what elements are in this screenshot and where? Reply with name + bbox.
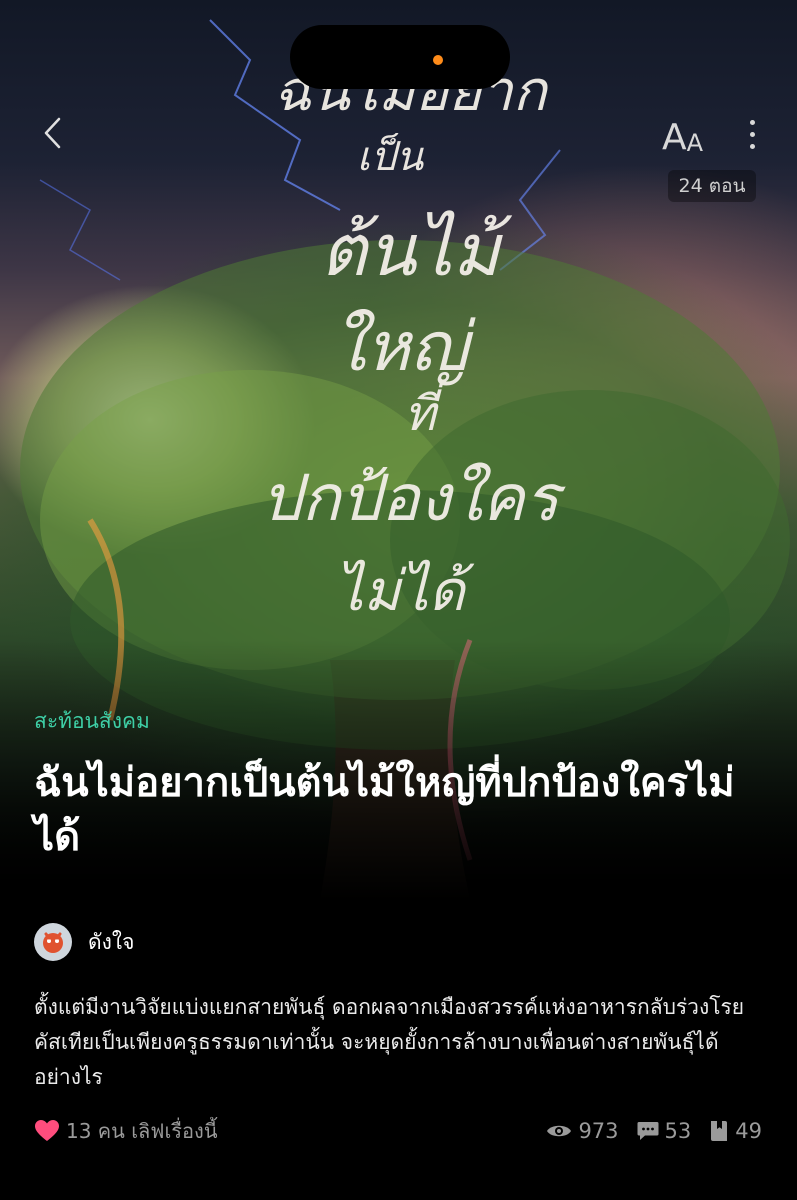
love-button[interactable]: 13 คน เลิฟเรื่องนี้	[34, 1115, 218, 1147]
cover-title-line: ใหญ่	[332, 308, 476, 387]
story-synopsis: ตั้งแต่มีงานวิจัยแบ่งแยกสายพันธุ์ ดอกผลจ…	[34, 995, 745, 1089]
cover-title-line: ต้นไม้	[320, 208, 513, 292]
back-button[interactable]	[32, 108, 72, 158]
story-category[interactable]: สะท้อนสังคม	[34, 705, 150, 738]
comments-stat: 53	[637, 1119, 692, 1143]
more-dot-icon	[749, 131, 755, 137]
cover-title-line: ไม่ได้	[335, 559, 475, 624]
font-size-button[interactable]: A A	[662, 112, 704, 158]
author-avatar-icon	[43, 932, 63, 953]
author-link[interactable]: ดังใจ	[34, 922, 134, 962]
comments-count: 53	[664, 1119, 692, 1143]
chevron-left-icon	[44, 117, 61, 149]
bookmarks-count: 49	[735, 1119, 762, 1143]
views-stat: 973	[546, 1119, 619, 1143]
book-icon	[711, 1121, 728, 1141]
author-name: ดังใจ	[88, 929, 135, 954]
privacy-indicator	[433, 55, 443, 65]
love-count-text: 13 คน เลิฟเรื่องนี้	[66, 1119, 218, 1143]
bookmarks-stat: 49	[709, 1119, 762, 1143]
font-size-icon-small: A	[686, 129, 704, 157]
font-size-icon-large: A	[662, 117, 687, 158]
more-options-button[interactable]	[738, 112, 766, 156]
cover-title-art: ฉันไม่อยาก เป็น ต้นไม้ ใหญ่ ที่ ปกป้องใค…	[261, 59, 566, 624]
more-dot-icon	[749, 143, 755, 149]
more-dot-icon	[749, 119, 755, 125]
story-stats: 973 53 49	[546, 1119, 762, 1143]
heart-icon	[35, 1120, 59, 1141]
story-title: ฉันไม่อยากเป็นต้นไม้ใหญ่ที่ปกป้องใครไม่ไ…	[34, 760, 735, 860]
camera-notch	[290, 25, 510, 89]
avatar	[34, 923, 72, 961]
views-count: 973	[578, 1119, 619, 1143]
cover-title-line: เป็น	[357, 133, 425, 180]
comment-icon	[637, 1122, 659, 1140]
episode-count-badge: 24 ตอน	[668, 170, 756, 202]
eye-icon	[547, 1125, 572, 1137]
cover-title-line: ปกป้องใคร	[261, 462, 566, 536]
cover-title-line: ที่	[404, 380, 444, 442]
story-footer: 13 คน เลิฟเรื่องนี้ 973 53 49	[34, 1113, 762, 1149]
